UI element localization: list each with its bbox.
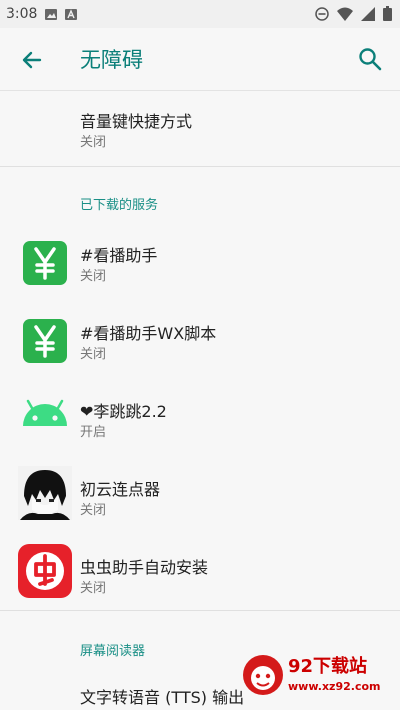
monkey-logo-icon bbox=[243, 655, 283, 695]
app-toolbar: 无障碍 bbox=[0, 28, 400, 91]
service-status: 关闭 bbox=[80, 347, 107, 362]
status-time: 3:08 bbox=[6, 6, 38, 22]
service-name: ❤李跳跳2.2 bbox=[80, 402, 167, 421]
watermark-logo: 92下载站 www.xz92.com bbox=[240, 648, 390, 704]
service-status: 开启 bbox=[80, 425, 107, 440]
yen-app-icon bbox=[23, 319, 67, 363]
wifi-icon bbox=[337, 7, 353, 21]
search-icon[interactable] bbox=[356, 45, 384, 73]
watermark-text: 92下载站 bbox=[288, 656, 368, 677]
a-notification-icon bbox=[65, 8, 78, 20]
dnd-icon bbox=[315, 6, 329, 21]
divider bbox=[0, 166, 400, 167]
service-name: 虫虫助手自动安装 bbox=[80, 558, 209, 577]
service-item-kanbo-wx[interactable]: #看播助手WX脚本 关闭 bbox=[0, 302, 400, 380]
page-title: 无障碍 bbox=[80, 48, 143, 72]
back-arrow-icon[interactable] bbox=[18, 46, 46, 74]
image-notification-icon bbox=[45, 8, 58, 20]
service-name: 初云连点器 bbox=[80, 480, 161, 499]
service-item-kanbo[interactable]: #看播助手 关闭 bbox=[0, 224, 400, 302]
tts-output-label: 文字转语音 (TTS) 输出 bbox=[80, 688, 245, 707]
service-name: #看播助手 bbox=[80, 246, 158, 265]
service-item-litiaotiao[interactable]: ❤李跳跳2.2 开启 bbox=[0, 380, 400, 458]
service-status: 关闭 bbox=[80, 269, 107, 284]
status-bar: 3:08 bbox=[0, 0, 400, 28]
battery-icon bbox=[383, 6, 392, 21]
screen-reader-header: 屏幕阅读器 bbox=[80, 644, 146, 659]
service-name: #看播助手WX脚本 bbox=[80, 324, 217, 343]
volume-shortcut-status: 关闭 bbox=[80, 135, 107, 150]
volume-shortcut-item[interactable]: 音量键快捷方式 关闭 bbox=[0, 91, 400, 166]
service-item-chuyun[interactable]: 初云连点器 关闭 bbox=[0, 458, 400, 536]
divider bbox=[0, 610, 400, 611]
signal-icon bbox=[361, 6, 375, 21]
anime-avatar-icon bbox=[18, 466, 72, 520]
chongchong-icon bbox=[18, 544, 72, 598]
watermark-url: www.xz92.com bbox=[288, 680, 381, 693]
yen-app-icon bbox=[23, 241, 67, 285]
volume-shortcut-title: 音量键快捷方式 bbox=[80, 112, 193, 131]
service-status: 关闭 bbox=[80, 581, 107, 596]
service-status: 关闭 bbox=[80, 503, 107, 518]
android-robot-icon bbox=[23, 399, 67, 426]
service-item-chongchong[interactable]: 虫虫助手自动安装 关闭 bbox=[0, 536, 400, 610]
downloaded-services-header: 已下载的服务 bbox=[80, 198, 159, 213]
